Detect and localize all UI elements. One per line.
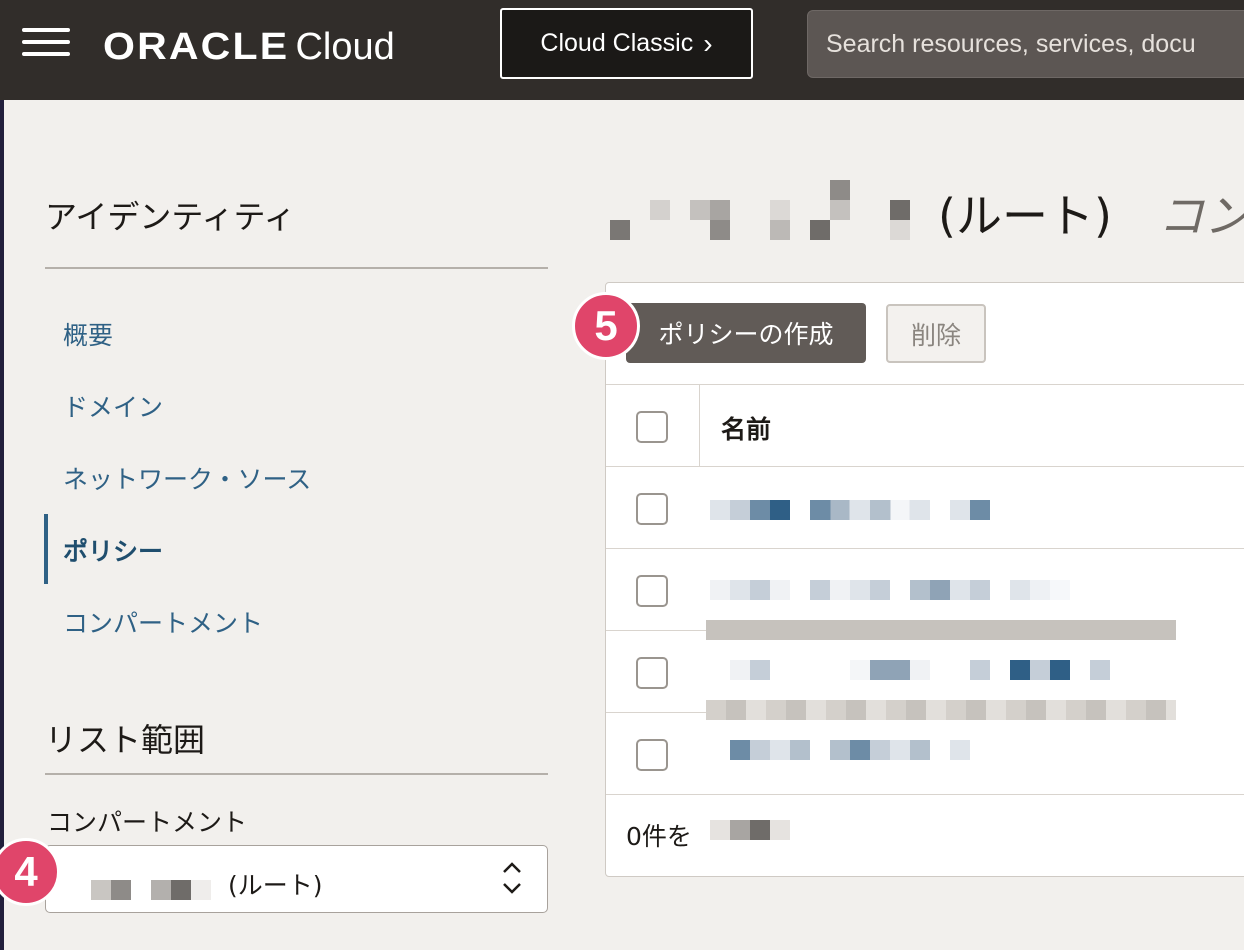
logo-brand: ORACLE [103,25,290,68]
hamburger-menu-icon[interactable] [22,28,70,58]
redacted-block [970,660,990,680]
redacted-block [810,580,890,600]
redacted-block [770,200,790,220]
redacted-block [111,880,131,900]
oracle-cloud-logo[interactable]: ORACLE Cloud [103,22,395,72]
window-edge [0,0,4,950]
redacted-block [770,220,790,240]
compartment-label: コンパートメント [47,808,248,837]
redacted-block [830,740,930,760]
table-top-border [606,384,1244,385]
redacted-policy-name[interactable] [730,660,770,680]
redacted-block [610,220,630,240]
row-divider [606,630,706,631]
redacted-block [706,620,1176,640]
compartment-select[interactable]: (ルート) [45,845,548,913]
step-badge-5: 5 [572,292,640,360]
row-checkbox[interactable] [636,575,668,607]
redacted-policy-name[interactable] [710,500,790,520]
redacted-block [850,660,930,680]
redacted-block [706,700,1176,720]
redacted-block [950,740,970,760]
redacted-block [950,500,990,520]
search-input[interactable]: Search resources, services, docu [807,10,1244,78]
redacted-block [191,880,211,900]
top-navigation-bar: ORACLE Cloud Cloud Classic › Search reso… [0,0,1244,100]
sidebar-item-overview[interactable]: 概要 [63,316,113,352]
sidebar-item-compartments[interactable]: コンパートメント [63,604,263,640]
redacted-block [151,880,171,900]
row-divider [606,712,706,713]
sidebar-divider [45,267,548,269]
redacted-block [810,500,930,520]
list-scope-title: リスト範囲 [45,721,206,759]
redacted-block [1010,580,1070,600]
redacted-block [710,200,730,220]
selection-count: 0件を [626,822,692,851]
scope-divider [45,773,548,775]
active-indicator [44,514,48,584]
header-divider [699,384,700,466]
compartment-value: (ルート) [228,871,323,900]
redacted-block [1090,660,1110,680]
redacted-block [830,180,850,200]
redacted-block [710,820,790,840]
cloud-classic-button[interactable]: Cloud Classic › [500,8,753,79]
chevron-right-icon: › [703,27,713,59]
sidebar-item-policies[interactable]: ポリシー [63,532,163,568]
redacted-block [910,580,990,600]
page-title-trailing: コン [1158,189,1244,243]
logo-product: Cloud [295,25,395,68]
redacted-block [810,220,830,240]
delete-button[interactable]: 削除 [886,304,986,363]
row-checkbox[interactable] [636,739,668,771]
row-checkbox[interactable] [636,657,668,689]
table-bottom-border [606,794,1244,795]
cloud-classic-label: Cloud Classic [540,29,694,57]
row-checkbox[interactable] [636,493,668,525]
up-down-chevron-icon [501,860,523,899]
sidebar-item-domains[interactable]: ドメイン [63,388,163,424]
sidebar-item-network-sources[interactable]: ネットワーク・ソース [63,460,311,496]
sidebar-title: アイデンティティ [45,198,296,236]
redacted-block [890,220,910,240]
create-policy-button[interactable]: ポリシーの作成 [626,303,866,363]
column-header-name: 名前 [721,415,772,444]
redacted-block [1010,660,1070,680]
redacted-block [650,200,670,220]
select-all-checkbox[interactable] [636,411,668,443]
redacted-block [690,200,710,220]
redacted-block [830,200,850,220]
table-header-border [606,466,1244,467]
redacted-block [91,880,111,900]
redacted-block [890,200,910,220]
redacted-policy-name[interactable] [730,740,810,760]
row-divider [606,548,1244,549]
search-placeholder: Search resources, services, docu [826,29,1196,58]
redacted-block [710,220,730,240]
page-title: (ルート) [938,189,1112,243]
redacted-block [171,880,191,900]
redacted-policy-name[interactable] [710,580,790,600]
